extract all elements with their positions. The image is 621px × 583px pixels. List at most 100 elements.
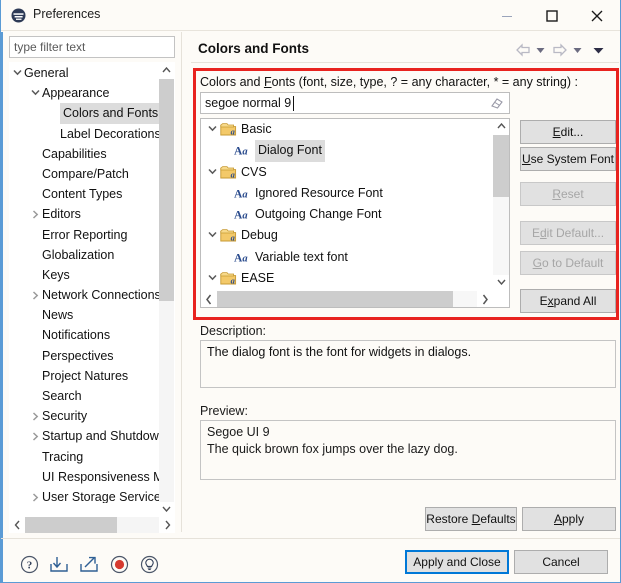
hscroll-thumb[interactable] <box>217 291 453 307</box>
font-tree-vscrollbar[interactable] <box>493 119 509 291</box>
font-filter-input[interactable] <box>201 93 487 113</box>
chevron-down-icon[interactable] <box>205 225 219 246</box>
sidebar-item-keys[interactable]: Keys <box>10 265 160 285</box>
cancel-button[interactable]: Cancel <box>514 550 608 574</box>
sidebar-item-label: News <box>42 308 74 323</box>
scroll-up-icon[interactable] <box>493 119 509 135</box>
label-part-post: onts (font, size, type, ? = any characte… <box>271 75 578 89</box>
apply-button[interactable]: Apply <box>522 507 616 531</box>
window-left-accent <box>1 32 3 582</box>
chevron-down-icon[interactable] <box>205 119 219 140</box>
font-tree-leaf-dialog-font[interactable]: Aa Dialog Font <box>201 140 494 162</box>
use-system-font-button[interactable]: Use System Font <box>520 147 616 171</box>
font-tree-item-label: EASE <box>241 271 275 286</box>
edit-default-button: Edit Default... <box>520 221 616 245</box>
sidebar-item-network-connections[interactable]: Network Connections <box>10 285 160 305</box>
tip-icon[interactable] <box>135 548 163 576</box>
scroll-down-icon[interactable] <box>493 275 509 291</box>
sidebar-item-security[interactable]: Security <box>10 406 160 426</box>
preview-line-2: The quick brown fox jumps over the lazy … <box>207 442 458 456</box>
view-menu-chevron-down-icon[interactable] <box>592 40 608 60</box>
scroll-down-icon[interactable] <box>159 502 174 516</box>
back-arrow-icon[interactable] <box>514 40 534 60</box>
chevron-right-icon[interactable] <box>28 426 42 446</box>
hscroll-thumb[interactable] <box>25 517 117 533</box>
font-filter-container[interactable] <box>200 92 510 114</box>
sidebar-item-appearance[interactable]: Appearance <box>10 83 160 103</box>
sidebar-item-content-types[interactable]: Content Types <box>10 184 160 204</box>
forward-chevron-down-icon[interactable] <box>572 40 587 60</box>
help-icon[interactable]: ? <box>15 548 43 576</box>
sidebar-item-editors[interactable]: Editors <box>10 204 160 224</box>
sidebar-item-startup-and-shutdown[interactable]: Startup and Shutdown <box>10 426 160 446</box>
font-tree-leaf-outgoing-change-font[interactable]: Aa Outgoing Change Font <box>201 204 494 225</box>
sidebar-item-label: Appearance <box>42 86 110 101</box>
chevron-down-icon[interactable] <box>205 162 219 183</box>
sidebar-item-ui-responsiveness-monitoring[interactable]: UI Responsiveness Monitoring <box>10 467 160 487</box>
edit-button[interactable]: Edit... <box>520 120 616 144</box>
preference-tree-hscrollbar[interactable] <box>9 517 175 533</box>
chevron-right-icon[interactable] <box>28 487 42 503</box>
eraser-clear-icon[interactable] <box>489 96 505 112</box>
chevron-down-icon[interactable] <box>205 268 219 289</box>
sidebar-item-general[interactable]: General <box>10 63 160 83</box>
vscroll-thumb[interactable] <box>493 135 509 197</box>
chevron-down-icon[interactable] <box>28 83 42 103</box>
forward-arrow-icon[interactable] <box>551 40 571 60</box>
font-aa-icon: Aa <box>234 250 251 266</box>
sidebar-item-label: Search <box>42 389 82 403</box>
restore-defaults-button[interactable]: Restore Defaults <box>425 507 517 531</box>
chevron-right-icon[interactable] <box>28 406 42 426</box>
search-input[interactable] <box>9 36 175 58</box>
sidebar-item-globalization[interactable]: Globalization <box>10 245 160 265</box>
font-tree[interactable]: a Basic Aa Dialog Font a CVS Aa Ignored Resourc… <box>200 118 510 308</box>
sidebar-item-search[interactable]: Search <box>10 386 160 406</box>
sidebar-item-compare-patch[interactable]: Compare/Patch <box>10 164 160 184</box>
export-icon[interactable] <box>75 548 103 576</box>
expand-all-button[interactable]: Expand All <box>520 289 616 313</box>
font-tree-leaf-variable-text-font[interactable]: Aa Variable text font <box>201 247 494 268</box>
close-icon[interactable] <box>574 0 619 31</box>
minimize-icon[interactable] <box>484 0 529 31</box>
font-tree-hscrollbar[interactable] <box>201 291 509 307</box>
sidebar-item-project-natures[interactable]: Project Natures <box>10 366 160 386</box>
chevron-down-icon[interactable] <box>10 63 24 83</box>
font-tree-group-debug[interactable]: a Debug <box>201 225 494 246</box>
sidebar-item-colors-and-fonts[interactable]: Colors and Fonts <box>10 103 160 124</box>
sidebar-item-notifications[interactable]: Notifications <box>10 325 160 345</box>
scroll-left-icon[interactable] <box>9 517 25 533</box>
sidebar-item-label: Security <box>42 409 88 424</box>
scroll-left-icon[interactable] <box>201 291 217 307</box>
hscroll-track[interactable] <box>217 291 477 307</box>
sidebar-item-capabilities[interactable]: Capabilities <box>10 144 160 164</box>
import-icon[interactable] <box>45 548 73 576</box>
sidebar-item-label-decorations[interactable]: Label Decorations <box>10 124 160 144</box>
panel-divider[interactable] <box>181 32 182 532</box>
sidebar-item-user-storage-service[interactable]: User Storage Service <box>10 487 160 503</box>
record-icon[interactable] <box>105 548 133 576</box>
hscroll-track[interactable] <box>25 517 159 533</box>
preference-tree[interactable]: General Appearance Colors and Fonts Label D… <box>9 62 175 517</box>
scroll-right-icon[interactable] <box>159 517 175 533</box>
vscroll-track[interactable] <box>159 79 174 502</box>
vscroll-track[interactable] <box>493 135 509 275</box>
font-tree-group-ease[interactable]: a EASE <box>201 268 494 289</box>
font-tree-group-cvs[interactable]: a CVS <box>201 162 494 183</box>
preference-tree-vscrollbar[interactable] <box>159 63 174 516</box>
scroll-right-icon[interactable] <box>477 291 493 307</box>
svg-text:a: a <box>242 147 247 158</box>
font-tree-item-label: Dialog Font <box>255 140 325 162</box>
scroll-up-icon[interactable] <box>159 63 174 79</box>
sidebar-item-perspectives[interactable]: Perspectives <box>10 346 160 366</box>
font-tree-group-basic[interactable]: a Basic <box>201 119 494 140</box>
sidebar-item-news[interactable]: News <box>10 305 160 325</box>
apply-and-close-button[interactable]: Apply and Close <box>405 550 509 574</box>
back-chevron-down-icon[interactable] <box>535 40 550 60</box>
maximize-icon[interactable] <box>529 0 574 31</box>
chevron-right-icon[interactable] <box>28 285 42 305</box>
font-tree-leaf-ignored-resource-font[interactable]: Aa Ignored Resource Font <box>201 183 494 204</box>
vscroll-thumb[interactable] <box>159 79 174 301</box>
chevron-right-icon[interactable] <box>28 204 42 224</box>
sidebar-item-error-reporting[interactable]: Error Reporting <box>10 225 160 245</box>
sidebar-item-tracing[interactable]: Tracing <box>10 447 160 467</box>
